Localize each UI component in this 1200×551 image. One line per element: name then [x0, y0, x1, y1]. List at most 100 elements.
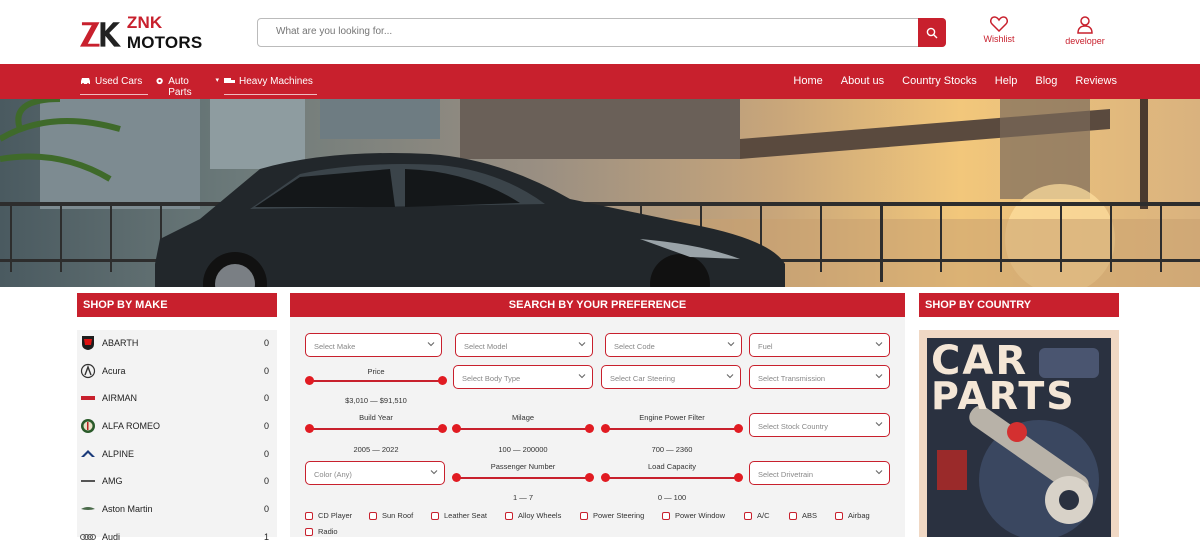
- checkbox[interactable]: [305, 511, 313, 520]
- gear-icon: [156, 77, 163, 85]
- nav-heavy-machines[interactable]: Heavy Machines: [224, 71, 317, 95]
- car-parts-poster[interactable]: CAR PARTS: [919, 330, 1119, 537]
- select-color-value: Color (Any): [314, 470, 352, 479]
- airman-logo-icon: [81, 396, 95, 400]
- make-count: 0: [263, 421, 269, 431]
- hero-image: [0, 99, 1200, 287]
- checkbox[interactable]: [835, 511, 843, 520]
- make-item-amg[interactable]: AMG 0: [77, 468, 277, 495]
- nav-help[interactable]: Help: [995, 75, 1018, 87]
- select-body-type[interactable]: Select Body Type: [453, 365, 593, 389]
- search-input[interactable]: [276, 26, 896, 37]
- make-name: AIRMAN: [102, 393, 138, 403]
- select-make[interactable]: Select Make: [305, 333, 442, 357]
- search-button[interactable]: [918, 18, 946, 47]
- nav-reviews[interactable]: Reviews: [1075, 75, 1117, 87]
- select-transmission[interactable]: Select Transmission: [749, 365, 890, 389]
- chevron-down-icon: ▾: [215, 77, 219, 84]
- passenger-min-handle[interactable]: [452, 473, 461, 482]
- checkbox[interactable]: [580, 511, 588, 520]
- engine-power-min-handle[interactable]: [601, 424, 610, 433]
- make-item-airman[interactable]: AIRMAN 0: [77, 385, 277, 412]
- price-max-handle[interactable]: [438, 376, 447, 385]
- build-year-label: Build Year: [359, 413, 393, 422]
- feature-radio[interactable]: Radio: [305, 527, 338, 536]
- make-item-audi[interactable]: Audi 1: [77, 524, 277, 551]
- nav-country-stocks[interactable]: Country Stocks: [902, 75, 977, 87]
- alpine-logo-icon: [81, 450, 95, 457]
- nav-used-cars[interactable]: Used Cars: [80, 71, 148, 95]
- make-item-alfa-romeo[interactable]: ALFA ROMEO 0: [77, 413, 277, 440]
- engine-power-range: 700 — 2360: [651, 445, 693, 454]
- make-item-abarth[interactable]: ABARTH 0: [77, 330, 277, 357]
- brand-suffix: MOTORS: [126, 33, 203, 52]
- checkbox[interactable]: [744, 511, 752, 520]
- nav-blog[interactable]: Blog: [1035, 75, 1057, 87]
- price-min-handle[interactable]: [305, 376, 314, 385]
- make-count: 0: [263, 476, 269, 486]
- feature-cd-player[interactable]: CD Player: [305, 511, 352, 520]
- wishlist-link[interactable]: Wishlist: [969, 16, 1029, 44]
- select-model[interactable]: Select Model: [455, 333, 593, 357]
- nav-auto-parts[interactable]: Auto Parts ▾: [155, 71, 219, 98]
- shop-by-make-heading: SHOP BY MAKE: [77, 293, 277, 317]
- select-car-steering[interactable]: Select Car Steering: [601, 365, 741, 389]
- make-count: 0: [263, 504, 269, 514]
- feature-abs[interactable]: ABS: [789, 511, 817, 520]
- mileage-min-handle[interactable]: [452, 424, 461, 433]
- select-transmission-value: Select Transmission: [758, 374, 826, 383]
- passenger-slider[interactable]: [452, 472, 594, 484]
- feature-power-window[interactable]: Power Window: [662, 511, 725, 520]
- build-year-max-handle[interactable]: [438, 424, 447, 433]
- feature-power-steering[interactable]: Power Steering: [580, 511, 644, 520]
- mileage-max-handle[interactable]: [585, 424, 594, 433]
- select-color[interactable]: Color (Any): [305, 461, 445, 485]
- checkbox[interactable]: [305, 527, 313, 536]
- nav-home[interactable]: Home: [793, 75, 822, 87]
- make-item-acura[interactable]: Acura 0: [77, 358, 277, 385]
- feature-alloy-wheels[interactable]: Alloy Wheels: [505, 511, 561, 520]
- chevron-down-icon: [875, 374, 883, 379]
- checkbox[interactable]: [369, 511, 377, 520]
- search-by-preference-heading: SEARCH BY YOUR PREFERENCE: [290, 293, 905, 317]
- load-capacity-max-handle[interactable]: [734, 473, 743, 482]
- header: ZNK MOTORS Wishlist developer: [0, 0, 1200, 64]
- nav-about[interactable]: About us: [841, 75, 884, 87]
- feature-sun-roof[interactable]: Sun Roof: [369, 511, 413, 520]
- feature-label: Leather Seat: [444, 511, 487, 520]
- select-fuel[interactable]: Fuel: [749, 333, 890, 357]
- preference-form: Select Make Select Model Select Code Fue…: [290, 317, 905, 537]
- engine-power-max-handle[interactable]: [734, 424, 743, 433]
- feature-leather-seat[interactable]: Leather Seat: [431, 511, 487, 520]
- feature-label: Alloy Wheels: [518, 511, 562, 520]
- passenger-range: 1 — 7: [512, 493, 533, 502]
- select-stock-country[interactable]: Select Stock Country: [749, 413, 890, 437]
- user-account-link[interactable]: developer: [1055, 16, 1115, 46]
- checkbox[interactable]: [789, 511, 797, 520]
- feature-ac[interactable]: A/C: [744, 511, 770, 520]
- checkbox[interactable]: [662, 511, 670, 520]
- make-item-alpine[interactable]: ALPINE 0: [77, 441, 277, 468]
- price-slider[interactable]: [305, 375, 447, 387]
- alfa-romeo-logo-icon: [81, 419, 95, 433]
- passenger-max-handle[interactable]: [585, 473, 594, 482]
- load-capacity-min-handle[interactable]: [601, 473, 610, 482]
- make-name: AMG: [102, 476, 123, 486]
- build-year-slider[interactable]: [305, 423, 447, 435]
- select-code[interactable]: Select Code: [605, 333, 742, 357]
- acura-logo-icon: [80, 363, 96, 379]
- site-logo[interactable]: ZNK MOTORS: [80, 13, 240, 52]
- nav-right-links: Home About us Country Stocks Help Blog R…: [793, 75, 1117, 87]
- select-make-value: Select Make: [314, 342, 356, 351]
- build-year-min-handle[interactable]: [305, 424, 314, 433]
- user-icon: [1077, 16, 1093, 34]
- feature-airbag[interactable]: Airbag: [835, 511, 870, 520]
- load-capacity-slider[interactable]: [601, 472, 743, 484]
- select-drivetrain[interactable]: Select Drivetrain: [749, 461, 890, 485]
- chevron-down-icon: [875, 342, 883, 347]
- mileage-slider[interactable]: [452, 423, 594, 435]
- make-item-aston-martin[interactable]: Aston Martin 0: [77, 496, 277, 523]
- engine-power-slider[interactable]: [601, 423, 743, 435]
- checkbox[interactable]: [505, 511, 513, 520]
- checkbox[interactable]: [431, 511, 439, 520]
